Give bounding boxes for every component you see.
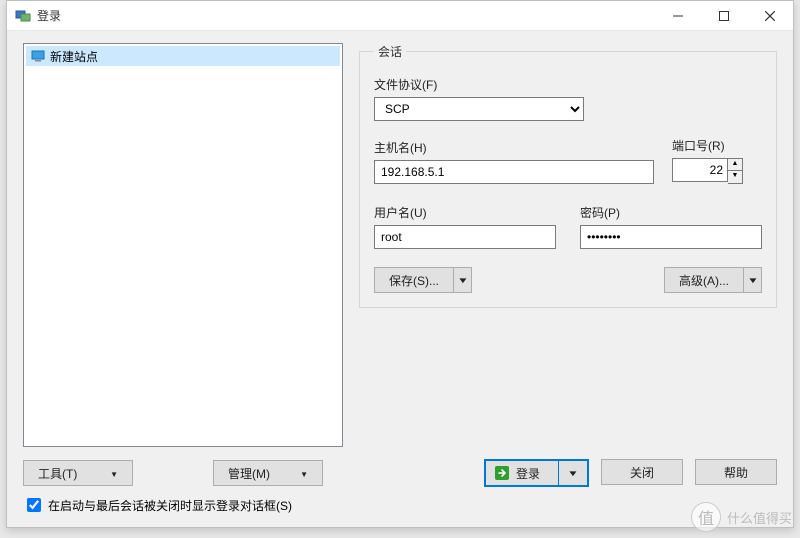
close-button[interactable]: 关闭 (601, 459, 683, 485)
save-button[interactable]: 保存(S)... (374, 267, 454, 293)
host-label: 主机名(H) (374, 139, 654, 156)
session-legend: 会话 (374, 43, 406, 60)
app-icon (15, 8, 31, 24)
protocol-select[interactable]: SCP (374, 97, 584, 121)
advanced-split-button[interactable]: 高级(A)... (664, 267, 762, 293)
advanced-button[interactable]: 高级(A)... (664, 267, 744, 293)
user-input[interactable] (374, 225, 556, 249)
close-window-button[interactable] (747, 1, 793, 31)
login-split-button[interactable]: 登录 (484, 459, 589, 487)
window-title: 登录 (37, 7, 61, 24)
site-item-new[interactable]: 新建站点 (26, 46, 340, 66)
login-icon (494, 465, 510, 481)
pass-input[interactable] (580, 225, 762, 249)
port-spin-up[interactable]: ▲ (728, 159, 742, 171)
show-on-startup-label: 在启动与最后会话被关闭时显示登录对话框(S) (48, 497, 292, 514)
chevron-down-icon (110, 466, 118, 480)
protocol-label: 文件协议(F) (374, 76, 762, 93)
advanced-dropdown[interactable] (744, 267, 762, 293)
login-button[interactable]: 登录 (485, 460, 558, 486)
chevron-down-icon (300, 466, 308, 480)
monitor-icon (30, 48, 46, 64)
user-label: 用户名(U) (374, 204, 556, 221)
site-item-label: 新建站点 (50, 48, 98, 65)
login-dropdown[interactable] (558, 460, 588, 486)
minimize-button[interactable] (655, 1, 701, 31)
save-split-button[interactable]: 保存(S)... (374, 267, 472, 293)
port-spinner[interactable]: ▲ ▼ (672, 158, 762, 184)
port-label: 端口号(R) (672, 137, 762, 154)
help-button[interactable]: 帮助 (695, 459, 777, 485)
save-dropdown[interactable] (454, 267, 472, 293)
port-input[interactable] (672, 158, 728, 182)
pass-label: 密码(P) (580, 204, 762, 221)
manage-button[interactable]: 管理(M) (213, 460, 323, 486)
session-group: 会话 文件协议(F) SCP 主机名(H) 端口号(R) (359, 43, 777, 308)
maximize-button[interactable] (701, 1, 747, 31)
tools-button[interactable]: 工具(T) (23, 460, 133, 486)
content-area: 新建站点 会话 文件协议(F) SCP 主机名(H) (7, 31, 793, 527)
titlebar: 登录 (7, 1, 793, 31)
host-input[interactable] (374, 160, 654, 184)
sites-list[interactable]: 新建站点 (23, 43, 343, 447)
port-spin-down[interactable]: ▼ (728, 171, 742, 183)
show-on-startup-checkbox[interactable] (27, 498, 41, 512)
login-dialog: 登录 (6, 0, 794, 528)
